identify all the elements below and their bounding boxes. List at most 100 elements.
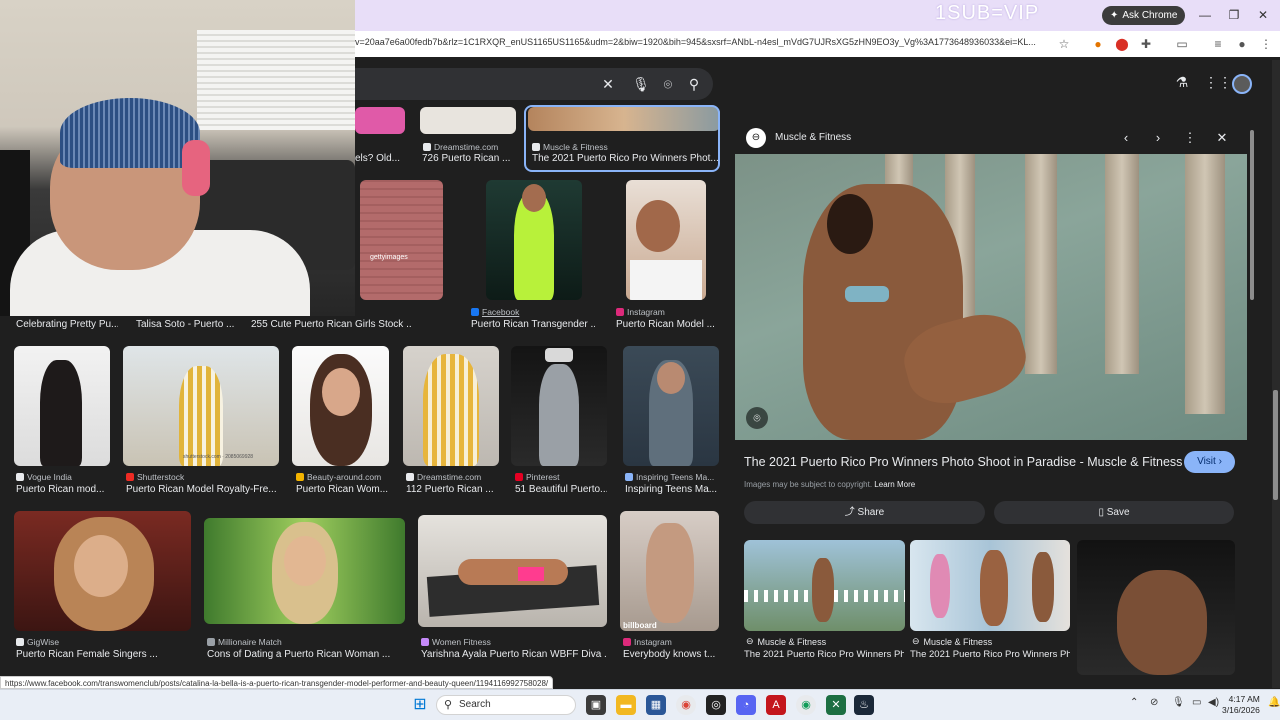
network-off-icon[interactable]: ⊘ [1150,697,1158,708]
maximize-icon[interactable]: ❐ [1225,6,1243,24]
result-caption[interactable]: Cons of Dating a Puerto Rican Woman ... [207,649,405,660]
bookmark-star-icon[interactable]: ☆ [1056,36,1072,52]
share-button[interactable]: ⤴ Share [744,501,985,524]
result-image[interactable] [355,107,405,134]
result-caption[interactable]: Everybody knows t... [623,649,717,660]
tray-chevron-icon[interactable]: ⌃ [1130,697,1138,708]
chrome-taskbar-icon[interactable]: ◉ [676,695,696,715]
labs-flask-icon[interactable]: ⚗ [1172,74,1192,94]
account-avatar[interactable] [1232,74,1252,94]
result-caption[interactable]: Puerto Rican mod... [16,484,108,495]
visit-button[interactable]: Visit › [1184,451,1235,473]
result-image[interactable] [204,518,405,624]
page-scrollbar-track[interactable] [1272,60,1280,688]
preview-title[interactable]: The 2021 Puerto Rico Pro Winners Photo S… [744,455,1182,469]
result-caption[interactable]: Yarishna Ayala Puerto Rican WBFF Diva ..… [421,649,607,660]
result-image[interactable] [486,180,582,300]
preview-main-image[interactable] [735,154,1247,440]
next-arrow-icon[interactable]: › [1150,130,1166,146]
adblock-icon[interactable]: ⬤ [1114,36,1130,52]
result-caption[interactable]: 255 Cute Puerto Rican Girls Stock ... [251,319,411,330]
result-caption[interactable]: Puerto Rican Model Royalty-Fre... [126,484,276,495]
close-panel-icon[interactable]: ✕ [1214,130,1230,146]
result-image[interactable] [14,511,191,631]
result-caption[interactable]: Puerto Rican Transgender ... [471,319,595,330]
acrobat-icon[interactable]: A [766,695,786,715]
result-caption[interactable]: Puerto Rican Wom... [296,484,388,495]
voice-search-icon[interactable]: 🎙 [632,75,650,93]
result-image[interactable]: gettyimages [360,180,443,300]
clear-search-icon[interactable]: ✕ [599,75,617,93]
result-image[interactable] [626,180,706,300]
obs-icon[interactable]: ◎ [706,695,726,715]
panel-source-name[interactable]: Muscle & Fitness [775,132,851,143]
result-caption[interactable]: Puerto Rican Female Singers ... [16,649,186,660]
lens-icon[interactable]: ⌾ [659,75,677,93]
notification-bell-icon[interactable]: 🔔 [1268,697,1280,708]
result-caption[interactable]: Celebrating Pretty Pu... [16,319,118,330]
extension-icon[interactable]: ● [1090,36,1106,52]
result-caption[interactable]: Talisa Soto - Puerto ... [136,319,234,330]
search-icon[interactable]: ⚲ [685,75,703,93]
result-image[interactable]: shutterstock.com · 2085069928 [123,346,279,466]
result-image[interactable]: billboard [620,511,719,631]
result-caption[interactable]: els? Old... [355,153,413,164]
display-icon[interactable]: ▭ [1192,697,1201,708]
microphone-icon[interactable]: 🎙 [1172,697,1185,708]
more-options-icon[interactable]: ⋮ [1182,130,1198,146]
previous-arrow-icon[interactable]: ‹ [1118,130,1134,146]
discord-icon[interactable]: ◔ [736,695,756,715]
result-image[interactable] [623,346,719,466]
result-image[interactable] [403,346,499,466]
task-view-icon[interactable]: ▣ [586,695,606,715]
result-source: Beauty-around.com [296,472,381,482]
chrome-menu-icon[interactable]: ⋮ [1258,36,1274,52]
result-source: Instagram [616,307,665,317]
result-image[interactable] [511,346,607,466]
ask-chrome-button[interactable]: ✦ Ask Chrome [1102,6,1186,25]
page-scrollbar-thumb[interactable] [1273,390,1278,500]
minimize-icon[interactable]: — [1196,6,1214,24]
result-image[interactable] [14,346,110,466]
google-apps-icon[interactable]: ⋮⋮ [1204,74,1232,94]
cast-icon[interactable]: ▭ [1174,36,1190,52]
taskbar-search-box[interactable]: Search [436,695,576,715]
address-bar-url[interactable]: v=20aa7e6a00fedb7b&rlz=1C1RXQR_enUS1165U… [355,37,1055,47]
related-caption[interactable]: The 2021 Puerto Rico Pro Winners Phot... [744,649,904,660]
related-image[interactable] [1077,540,1235,675]
result-image[interactable] [292,346,389,466]
result-caption[interactable]: 726 Puerto Rican ... [422,153,518,164]
link-status-bar: https://www.facebook.com/transwomenclub/… [0,676,554,689]
result-caption[interactable]: 112 Puerto Rican ... [406,484,498,495]
related-image[interactable] [910,540,1070,631]
headphones [182,140,210,196]
store-icon[interactable]: ▦ [646,695,666,715]
steam-icon[interactable]: ♨ [854,695,874,715]
visual-search-icon[interactable]: ⌾ [746,407,768,429]
chrome-profile-icon[interactable]: ◉ [796,695,816,715]
file-explorer-icon[interactable]: ▬ [616,695,636,715]
panel-scrollbar[interactable] [1250,130,1254,300]
save-button[interactable]: ▯ Save [994,501,1234,524]
profile-icon[interactable]: ● [1234,36,1250,52]
result-caption[interactable]: 51 Beautiful Puerto... [515,484,607,495]
save-label: Save [1106,507,1130,518]
related-image[interactable] [744,540,905,631]
billboard-watermark: billboard [623,621,657,630]
result-caption[interactable]: Puerto Rican Model ... [616,319,716,330]
result-caption[interactable]: The 2021 Puerto Rico Pro Winners Phot... [532,153,718,164]
media-controls-icon[interactable]: ≡ [1210,36,1226,52]
learn-more-link[interactable]: Learn More [874,480,915,489]
result-caption[interactable]: Inspiring Teens Ma... [625,484,717,495]
extensions-puzzle-icon[interactable]: ✚ [1138,36,1154,52]
result-image[interactable] [420,107,516,134]
volume-icon[interactable]: ◀) [1208,697,1219,708]
copyright-notice: Images may be subject to copyright. Lear… [744,480,915,489]
taskbar-clock[interactable]: 4:17 AM 3/16/2026 [1222,694,1260,716]
close-window-icon[interactable]: ✕ [1254,6,1272,24]
related-caption[interactable]: The 2021 Puerto Rico Pro Winners Phot... [910,649,1070,660]
result-image[interactable] [418,515,607,627]
spreadsheet-icon[interactable]: ✕ [826,695,846,715]
windows-start-icon[interactable]: ⊞ [410,695,430,715]
result-source: Instagram [623,637,672,647]
